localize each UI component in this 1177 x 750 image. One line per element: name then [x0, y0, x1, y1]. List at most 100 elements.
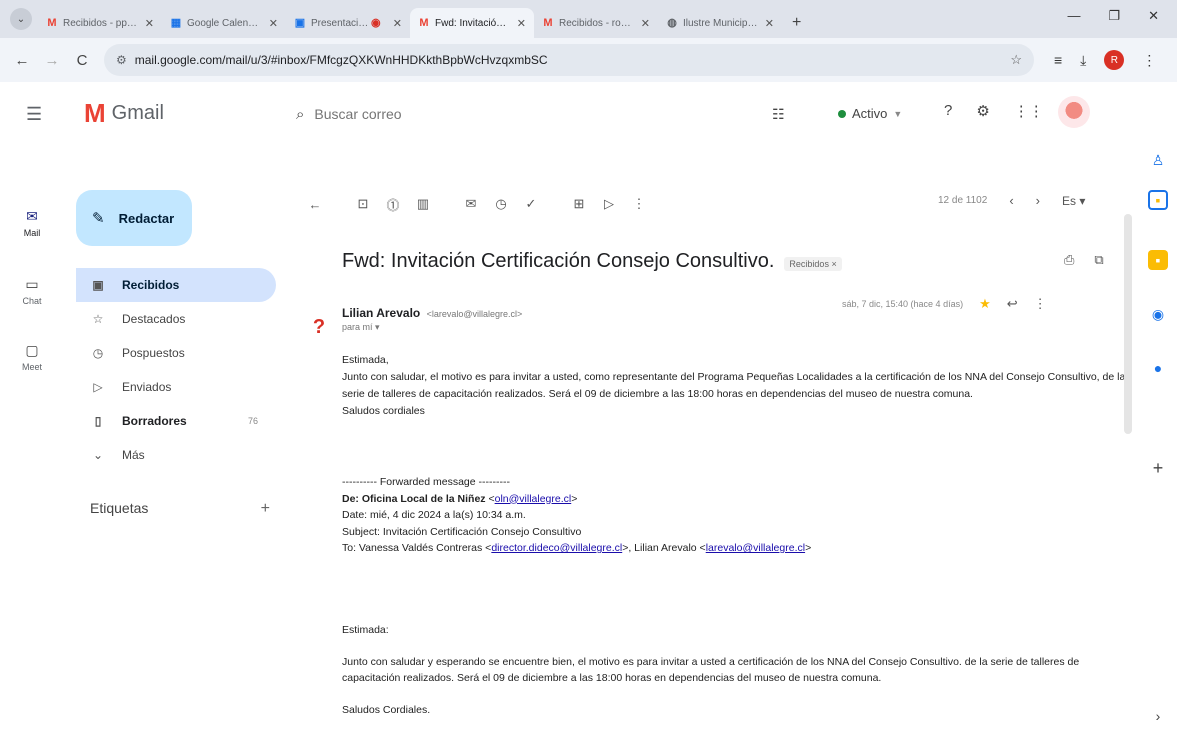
compose-label: Redactar	[118, 210, 175, 226]
label-icon[interactable]: ▷	[594, 196, 624, 212]
contacts-icon[interactable]: ●	[1148, 358, 1168, 378]
email-link[interactable]: oln@villalegre.cl	[495, 493, 572, 505]
tab-search-icon[interactable]: ⌄	[10, 8, 32, 30]
calendar-icon: ▦	[170, 17, 182, 29]
mark-unread-icon[interactable]: ✉	[456, 196, 486, 212]
close-window-icon[interactable]: ✕	[1148, 8, 1159, 24]
browser-tab-active[interactable]: M Fwd: Invitación Certi ✕	[410, 8, 534, 38]
address-bar[interactable]: ⚙ mail.google.com/mail/u/3/#inbox/FMfcgz…	[104, 44, 1034, 76]
rail-item-chat[interactable]: ▭ Chat	[0, 276, 64, 306]
email-link[interactable]: director.dideco@villalegre.cl	[491, 542, 622, 554]
forward-to: To: Vanessa Valdés Contreras <director.d…	[342, 540, 1132, 557]
restore-icon[interactable]: ❐	[1108, 8, 1120, 24]
close-icon[interactable]: ✕	[393, 17, 402, 30]
add-label-icon[interactable]: +	[261, 500, 270, 518]
scrollbar[interactable]	[1124, 214, 1132, 434]
tasks-icon[interactable]: ◉	[1148, 304, 1168, 324]
browser-tab[interactable]: ▣ Presentacion Pr ◉ ✕	[286, 8, 410, 38]
bookmark-star-icon[interactable]: ☆	[1010, 52, 1022, 68]
sidebar-item-label: Pospuestos	[122, 346, 185, 360]
kebab-menu-icon[interactable]: ⋮	[1142, 52, 1156, 69]
calendar-icon[interactable]: ▪	[1148, 190, 1168, 210]
search-input[interactable]	[314, 106, 735, 122]
browser-tab-bar: ⌄ M Recibidos - ppfiliali ✕ ▦ Google Cal…	[0, 0, 1177, 38]
tab-title: Fwd: Invitación Certi	[435, 17, 511, 29]
sidebar-item-snoozed[interactable]: ◷ Pospuestos	[76, 336, 276, 370]
new-tab-icon[interactable]: +	[792, 14, 801, 32]
report-spam-icon[interactable]: ⓵	[378, 195, 408, 214]
print-icon[interactable]: ⎙	[1064, 252, 1074, 268]
reload-icon[interactable]: C	[70, 52, 94, 69]
search-icon[interactable]: ⌕	[296, 106, 304, 123]
status-selector[interactable]: Activo ▼	[838, 106, 902, 121]
open-new-window-icon[interactable]: ⧉	[1094, 252, 1103, 268]
prev-icon[interactable]: ‹	[1009, 193, 1013, 208]
more-options-icon[interactable]: ⋮	[624, 196, 654, 212]
sidebar-item-inbox[interactable]: ▣ Recibidos	[76, 268, 276, 302]
help-icon[interactable]: ?	[944, 102, 952, 120]
browser-tab[interactable]: ▦ Google Calendar - 4 ✕	[162, 8, 286, 38]
site-info-icon[interactable]: ⚙	[116, 53, 127, 67]
email-link[interactable]: larevalo@villalegre.cl	[706, 542, 805, 554]
hamburger-menu-icon[interactable]: ☰	[26, 104, 42, 125]
star-icon[interactable]: ★	[979, 296, 991, 312]
forwarded-block: ---------- Forwarded message --------- D…	[342, 474, 1132, 557]
archive-icon[interactable]: ⊡	[348, 196, 378, 212]
settings-gear-icon[interactable]: ⚙	[976, 102, 989, 120]
add-task-icon[interactable]: ✓	[516, 196, 546, 212]
close-icon[interactable]: ✕	[641, 17, 650, 30]
recipient-toggle[interactable]: para mí ▾	[342, 322, 380, 333]
mail-icon: ✉	[26, 208, 38, 224]
download-icon[interactable]: ⤓	[1080, 52, 1086, 69]
forward-from: De: Oficina Local de la Niñez <oln@villa…	[342, 492, 578, 505]
sidebar-item-more[interactable]: ⌄ Más	[76, 438, 276, 472]
inbox-label-chip[interactable]: Recibidos ×	[784, 257, 842, 271]
sidebar-item-sent[interactable]: ▷ Enviados	[76, 370, 276, 404]
chevron-right-icon[interactable]: ›	[1148, 706, 1168, 726]
snooze-icon[interactable]: ◷	[486, 196, 516, 212]
search-bar[interactable]: ⌕	[286, 94, 806, 134]
browser-tab[interactable]: M Recibidos - romyne ✕	[534, 8, 658, 38]
minimize-icon[interactable]: —	[1067, 8, 1080, 24]
browser-tab[interactable]: M Recibidos - ppfiliali ✕	[38, 8, 162, 38]
user-icon[interactable]: ♙	[1148, 150, 1168, 170]
move-to-icon[interactable]: ⊞	[564, 196, 594, 212]
sidebar-item-label: Borradores	[122, 414, 187, 428]
search-options-icon[interactable]: ☷	[772, 106, 785, 123]
meet-icon: ▢	[25, 342, 39, 358]
close-icon[interactable]: ✕	[517, 17, 526, 30]
back-to-inbox-icon[interactable]: ←	[300, 197, 330, 212]
header-icons: ? ⚙ ⋮⋮	[944, 102, 1044, 120]
message-date: sáb, 7 dic, 15:40 (hace 4 días)	[842, 299, 964, 309]
add-addon-icon[interactable]: +	[1148, 458, 1168, 478]
forward-icon[interactable]: →	[40, 52, 64, 69]
message-more-icon[interactable]: ⋮	[1034, 296, 1047, 312]
close-icon[interactable]: ✕	[269, 17, 278, 30]
sender-name[interactable]: Lilian Arevalo	[342, 306, 420, 320]
chevron-down-icon: ▼	[893, 108, 903, 119]
tab-title: Recibidos - romyne	[559, 17, 635, 29]
next-icon[interactable]: ›	[1036, 193, 1040, 208]
app-rail: ✉ Mail ▭ Chat ▢ Meet	[0, 146, 70, 750]
close-icon[interactable]: ✕	[145, 17, 154, 30]
input-language-selector[interactable]: Es ▾	[1062, 194, 1085, 208]
apps-grid-icon[interactable]: ⋮⋮	[1014, 102, 1044, 120]
compose-button[interactable]: ✎ Redactar	[76, 190, 192, 246]
rail-item-mail[interactable]: ✉ Mail	[0, 208, 64, 238]
close-icon[interactable]: ✕	[765, 17, 774, 30]
sidebar-item-drafts[interactable]: ▯ Borradores 76	[76, 404, 276, 438]
gmail-logo[interactable]: M Gmail	[84, 100, 164, 126]
back-icon[interactable]: ←	[10, 52, 34, 69]
profile-avatar[interactable]: R	[1104, 50, 1125, 70]
browser-toolbar: ← → C ⚙ mail.google.com/mail/u/3/#inbox/…	[0, 38, 1177, 82]
reply-icon[interactable]: ↩	[1007, 296, 1018, 312]
keep-icon[interactable]: ▪	[1148, 250, 1168, 270]
toolbar-right: ≡ ⤓ R ⋮	[1054, 50, 1156, 70]
rail-item-meet[interactable]: ▢ Meet	[0, 342, 64, 372]
browser-tab[interactable]: ◍ Ilustre Municipalidad ✕	[658, 8, 782, 38]
greeting: Estimada,	[342, 354, 389, 366]
sidebar-item-starred[interactable]: ☆ Destacados	[76, 302, 276, 336]
reading-list-icon[interactable]: ≡	[1054, 52, 1062, 68]
account-avatar[interactable]	[1058, 96, 1090, 128]
delete-icon[interactable]: ▥	[408, 196, 438, 212]
